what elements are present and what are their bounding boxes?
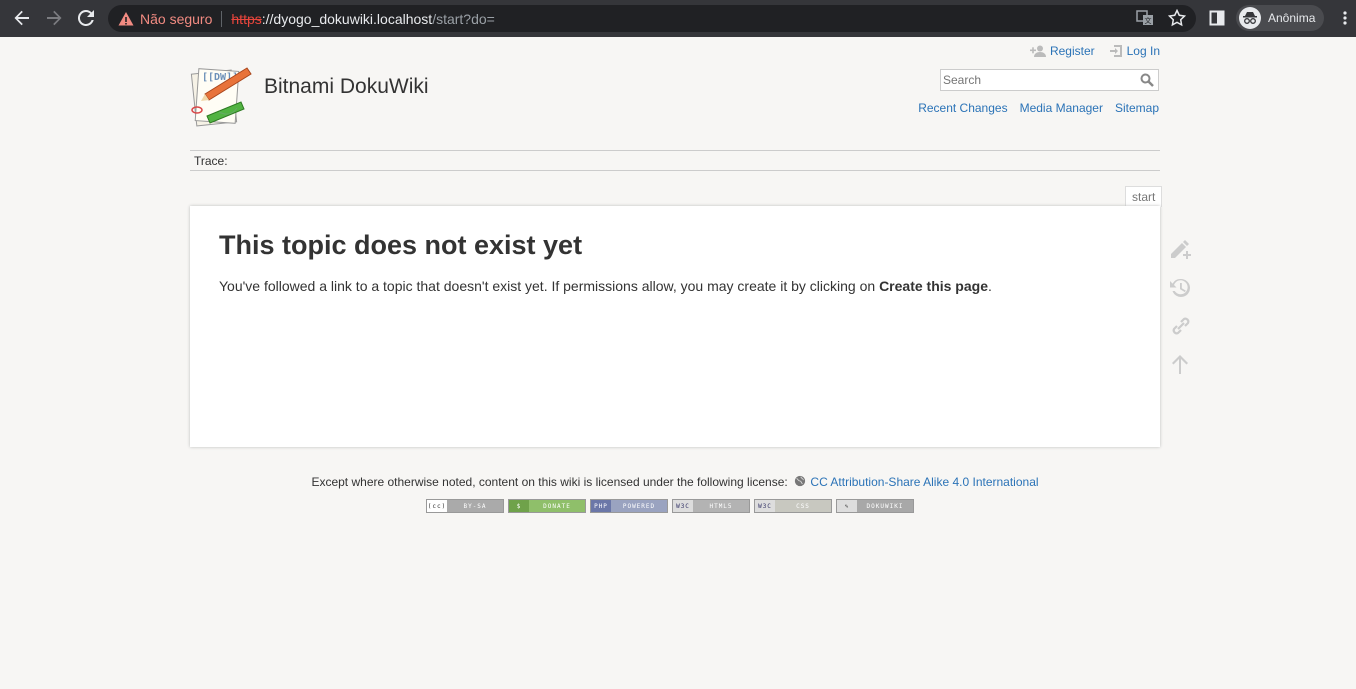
- url-text[interactable]: https://dyogo_dokuwiki.localhost/start?d…: [231, 11, 494, 27]
- dollar-icon: $: [509, 500, 529, 512]
- php-icon: PHP: [591, 500, 611, 512]
- search-form: [940, 69, 1159, 91]
- page-id-tab[interactable]: start: [1125, 186, 1163, 207]
- css-badge[interactable]: W3C CSS: [754, 499, 832, 513]
- badge-label: DONATE: [543, 502, 571, 510]
- security-label[interactable]: Não seguro: [140, 11, 212, 27]
- svg-text:文: 文: [1145, 16, 1152, 25]
- incognito-icon: [1239, 7, 1261, 29]
- page-tools: [1168, 239, 1192, 375]
- back-button[interactable]: [7, 3, 37, 33]
- star-icon[interactable]: [1168, 9, 1186, 27]
- register-link[interactable]: Register: [1029, 44, 1095, 58]
- license-text: Except where otherwise noted, content on…: [311, 475, 788, 489]
- breadcrumb: Trace:: [190, 150, 1160, 171]
- globe-icon: [794, 475, 806, 487]
- site-tools: Recent Changes Media Manager Sitemap: [918, 101, 1159, 115]
- w3c-icon: W3C: [673, 500, 693, 512]
- sitemap-link[interactable]: Sitemap: [1115, 101, 1159, 115]
- w3c-icon: W3C: [755, 500, 775, 512]
- history-icon[interactable]: [1168, 277, 1192, 299]
- dokuwiki-badge[interactable]: ✎ DOKUWIKI: [836, 499, 914, 513]
- donate-badge[interactable]: $ DONATE: [508, 499, 586, 513]
- search-icon[interactable]: [1140, 73, 1154, 87]
- dokuwiki-logo[interactable]: [[DW]]: [189, 64, 255, 135]
- url-protocol: https: [231, 10, 262, 27]
- wiki-page: Register Log In [[DW]] Bitnami DokuWiki …: [0, 37, 1356, 689]
- trace-label: Trace:: [194, 154, 228, 168]
- license-footer: Except where otherwise noted, content on…: [0, 475, 1350, 489]
- create-page-text: Create this page: [879, 278, 988, 294]
- profile-button[interactable]: Anônima: [1236, 5, 1324, 31]
- reload-icon: [78, 10, 94, 26]
- cc-by-sa-badge[interactable]: (cc) BY-SA: [426, 499, 504, 513]
- forward-button[interactable]: [39, 3, 69, 33]
- add-user-icon: [1029, 45, 1046, 57]
- badge-label: HTML5: [709, 502, 733, 510]
- page-title: This topic does not exist yet: [219, 230, 583, 260]
- login-label: Log In: [1126, 44, 1160, 58]
- translate-icon[interactable]: 文: [1136, 9, 1154, 27]
- badge-label: POWERED: [622, 502, 656, 510]
- login-icon: [1109, 45, 1122, 57]
- body-end: .: [988, 278, 992, 294]
- html5-badge[interactable]: W3C HTML5: [672, 499, 750, 513]
- profile-label: Anônima: [1268, 11, 1316, 25]
- divider: [221, 10, 223, 27]
- cc-icon: (cc): [427, 500, 447, 512]
- badge-label: BY-SA: [463, 502, 487, 510]
- browser-toolbar: Não seguro https://dyogo_dokuwiki.localh…: [0, 0, 1356, 37]
- media-manager-link[interactable]: Media Manager: [1020, 101, 1103, 115]
- create-page-icon[interactable]: [1168, 239, 1192, 261]
- arrow-right-icon: [47, 10, 62, 26]
- arrow-left-icon: [14, 10, 29, 26]
- warning-icon: [118, 11, 134, 25]
- user-tools: Register Log In: [1029, 44, 1160, 58]
- address-bar[interactable]: Não seguro https://dyogo_dokuwiki.localh…: [108, 5, 1196, 32]
- reload-button[interactable]: [71, 3, 101, 33]
- url-host: ://dyogo_dokuwiki.localhost: [261, 10, 433, 27]
- search-input[interactable]: [941, 70, 1135, 90]
- register-label: Register: [1049, 44, 1095, 58]
- dokuwiki-icon: ✎: [837, 500, 857, 512]
- body-text: You've followed a link to a topic that d…: [219, 278, 880, 294]
- page-body: You've followed a link to a topic that d…: [219, 278, 1131, 294]
- more-vert-icon: [1343, 11, 1347, 25]
- page-content: This topic does not exist yet You've fol…: [190, 206, 1160, 447]
- logo-icon: [[DW]]: [190, 67, 252, 127]
- side-panel-icon: [1209, 10, 1225, 26]
- login-link[interactable]: Log In: [1109, 44, 1160, 58]
- url-path: /start?do=: [432, 10, 495, 27]
- link-icon[interactable]: [1168, 315, 1192, 337]
- side-panel-button[interactable]: [1202, 3, 1232, 33]
- badge-label: CSS: [796, 502, 810, 510]
- menu-button[interactable]: [1330, 3, 1356, 33]
- site-title[interactable]: Bitnami DokuWiki: [264, 75, 429, 99]
- badge-label: DOKUWIKI: [866, 502, 904, 510]
- php-badge[interactable]: PHP POWERED: [590, 499, 668, 513]
- arrow-up-icon[interactable]: [1168, 353, 1192, 375]
- recent-changes-link[interactable]: Recent Changes: [918, 101, 1007, 115]
- footer-badges: (cc) BY-SA $ DONATE PHP POWERED W3C HTML…: [426, 499, 914, 513]
- license-link[interactable]: CC Attribution-Share Alike 4.0 Internati…: [810, 475, 1038, 489]
